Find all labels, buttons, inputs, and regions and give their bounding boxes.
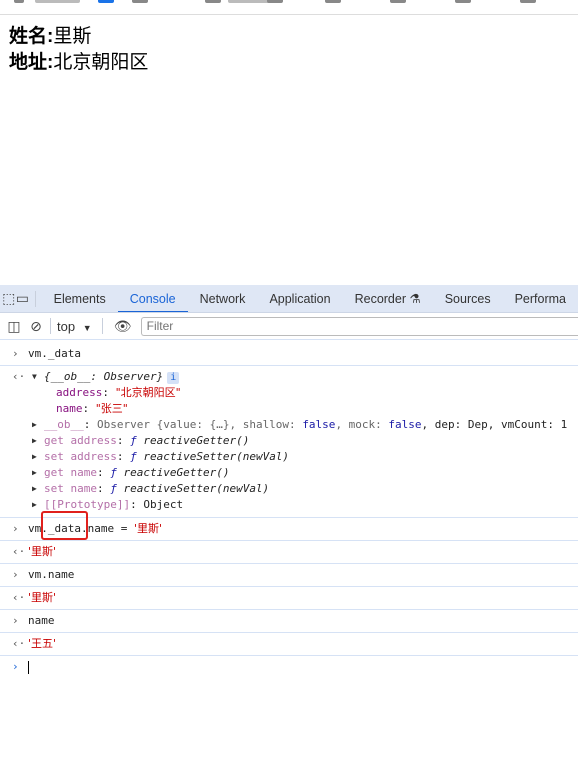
- page-content: 姓名:里斯 地址:北京朝阳区: [9, 24, 148, 76]
- property-value: false: [388, 418, 422, 431]
- tab-network[interactable]: Network: [188, 285, 258, 312]
- property-value: reactiveSetter(newVal): [143, 450, 290, 463]
- console-result-line: ‹· '王五': [0, 633, 578, 656]
- result-arrow-icon: ‹·: [12, 591, 26, 604]
- command-text: vm._data: [28, 347, 81, 360]
- bookmarks-bar: [0, 0, 578, 15]
- sidebar-toggle-icon[interactable]: ◫: [0, 318, 28, 335]
- address-value: 北京朝阳区: [53, 52, 149, 73]
- expand-triangle-icon[interactable]: ▶: [32, 465, 37, 481]
- property-key: set address: [44, 450, 117, 463]
- console-input-line: › vm.name: [0, 564, 578, 587]
- property-value: "北京朝阳区": [115, 386, 181, 399]
- property-key: get address: [44, 434, 117, 447]
- context-label: top: [57, 318, 76, 334]
- result-value: '里斯': [28, 591, 57, 604]
- command-text: vm.name: [28, 568, 75, 581]
- context-selector[interactable]: top ▼: [57, 319, 92, 334]
- property-value: , dep: Dep, vmCount: 1: [421, 418, 568, 431]
- expand-triangle-icon[interactable]: ▼: [32, 369, 37, 385]
- command-string: '里斯': [133, 522, 163, 535]
- property-get-name[interactable]: ▶ get name: ƒ reactiveGetter(): [28, 465, 578, 481]
- tab-performance[interactable]: Performa: [503, 285, 578, 312]
- property-key: set name: [44, 482, 97, 495]
- property-set-address[interactable]: ▶ set address: ƒ reactiveSetter(newVal): [28, 449, 578, 465]
- console-result-object: ‹· ▼ {__ob__: Observer} i address: "北京朝阳区"…: [0, 366, 578, 518]
- console-input-line: › vm._data: [0, 343, 578, 366]
- flask-icon: ⚗: [409, 291, 421, 306]
- property-key: __ob__: [44, 418, 84, 431]
- tab-elements[interactable]: Elements: [42, 285, 118, 312]
- prompt-icon: ›: [12, 522, 19, 535]
- expand-triangle-icon[interactable]: ▶: [32, 497, 37, 513]
- tab-recorder[interactable]: Recorder ⚗: [343, 285, 433, 312]
- expand-triangle-icon[interactable]: ▶: [32, 417, 37, 433]
- object-header[interactable]: ▼ {__ob__: Observer} i: [28, 369, 578, 385]
- dropdown-arrow-icon: ▼: [82, 322, 92, 333]
- prompt-icon: ›: [12, 660, 19, 673]
- property-key: get name: [44, 466, 97, 479]
- tab-application[interactable]: Application: [257, 285, 342, 312]
- property-key: address: [56, 386, 103, 399]
- expand-triangle-icon[interactable]: ▶: [32, 481, 37, 497]
- devtools-tabbar: ⬚ ▭ Elements Console Network Application…: [0, 285, 578, 313]
- property-value: reactiveGetter(): [143, 434, 250, 447]
- expand-triangle-icon[interactable]: ▶: [32, 433, 37, 449]
- property-prototype[interactable]: ▶ [[Prototype]]: Object: [28, 497, 578, 513]
- divider: [101, 318, 103, 334]
- filter-input[interactable]: [140, 316, 578, 336]
- prompt-icon: ›: [12, 614, 19, 627]
- property-value: "张三": [95, 402, 128, 415]
- property-value: , mock:: [335, 418, 389, 431]
- console-result-line: ‹· '里斯': [0, 587, 578, 610]
- result-arrow-icon: ‹·: [12, 637, 26, 650]
- console-input-line: › name: [0, 610, 578, 633]
- property-value: Observer {value: {…}, shallow:: [97, 418, 303, 431]
- result-value: '里斯': [28, 545, 57, 558]
- prompt-icon: ›: [12, 347, 19, 360]
- text-caret: [28, 660, 29, 674]
- inspect-element-icon[interactable]: ⬚: [2, 290, 16, 307]
- name-label: 姓名:: [9, 26, 54, 47]
- tab-console[interactable]: Console: [117, 285, 188, 312]
- property-key: [[Prototype]]: [44, 498, 131, 511]
- result-arrow-icon: ‹·: [12, 545, 26, 558]
- name-value: 里斯: [53, 26, 92, 47]
- result-arrow-icon: ‹·: [12, 370, 26, 383]
- property-address: address: "北京朝阳区": [56, 386, 181, 399]
- property-get-address[interactable]: ▶ get address: ƒ reactiveGetter(): [28, 433, 578, 449]
- eye-icon[interactable]: 👁: [109, 318, 137, 335]
- console-result-line: ‹· '里斯': [0, 541, 578, 564]
- clear-console-icon[interactable]: ⊘: [28, 318, 44, 335]
- device-toolbar-icon[interactable]: ▭: [16, 290, 30, 307]
- property-value: Object: [143, 498, 184, 511]
- expand-triangle-icon[interactable]: ▶: [32, 449, 37, 465]
- property-ob[interactable]: ▶ __ob__: Observer {value: {…}, shallow: …: [28, 417, 578, 433]
- property-set-name[interactable]: ▶ set name: ƒ reactiveSetter(newVal): [28, 481, 578, 497]
- result-value: '王五': [28, 637, 57, 650]
- command-text: name: [28, 614, 55, 627]
- name-line: 姓名:里斯: [9, 24, 148, 50]
- tab-sources[interactable]: Sources: [433, 285, 503, 312]
- object-summary: {__ob__: Observer}: [44, 370, 164, 383]
- console-prompt[interactable]: ›: [0, 656, 578, 678]
- property-key: name: [56, 402, 83, 415]
- highlight-box: [41, 511, 88, 540]
- address-line: 地址:北京朝阳区: [9, 50, 148, 76]
- divider: [50, 318, 51, 334]
- tab-recorder-label: Recorder: [354, 291, 407, 306]
- address-label: 地址:: [9, 52, 54, 73]
- property-name: name: "张三": [56, 402, 128, 415]
- property-value: reactiveSetter(newVal): [123, 482, 270, 495]
- console-output: › vm._data ‹· ▼ {__ob__: Observer} i addres…: [0, 340, 578, 678]
- info-icon[interactable]: i: [167, 372, 180, 384]
- console-toolbar: ◫ ⊘ top ▼ 👁: [0, 313, 578, 340]
- property-value: reactiveGetter(): [123, 466, 230, 479]
- prompt-icon: ›: [12, 568, 19, 581]
- property-value: false: [302, 418, 336, 431]
